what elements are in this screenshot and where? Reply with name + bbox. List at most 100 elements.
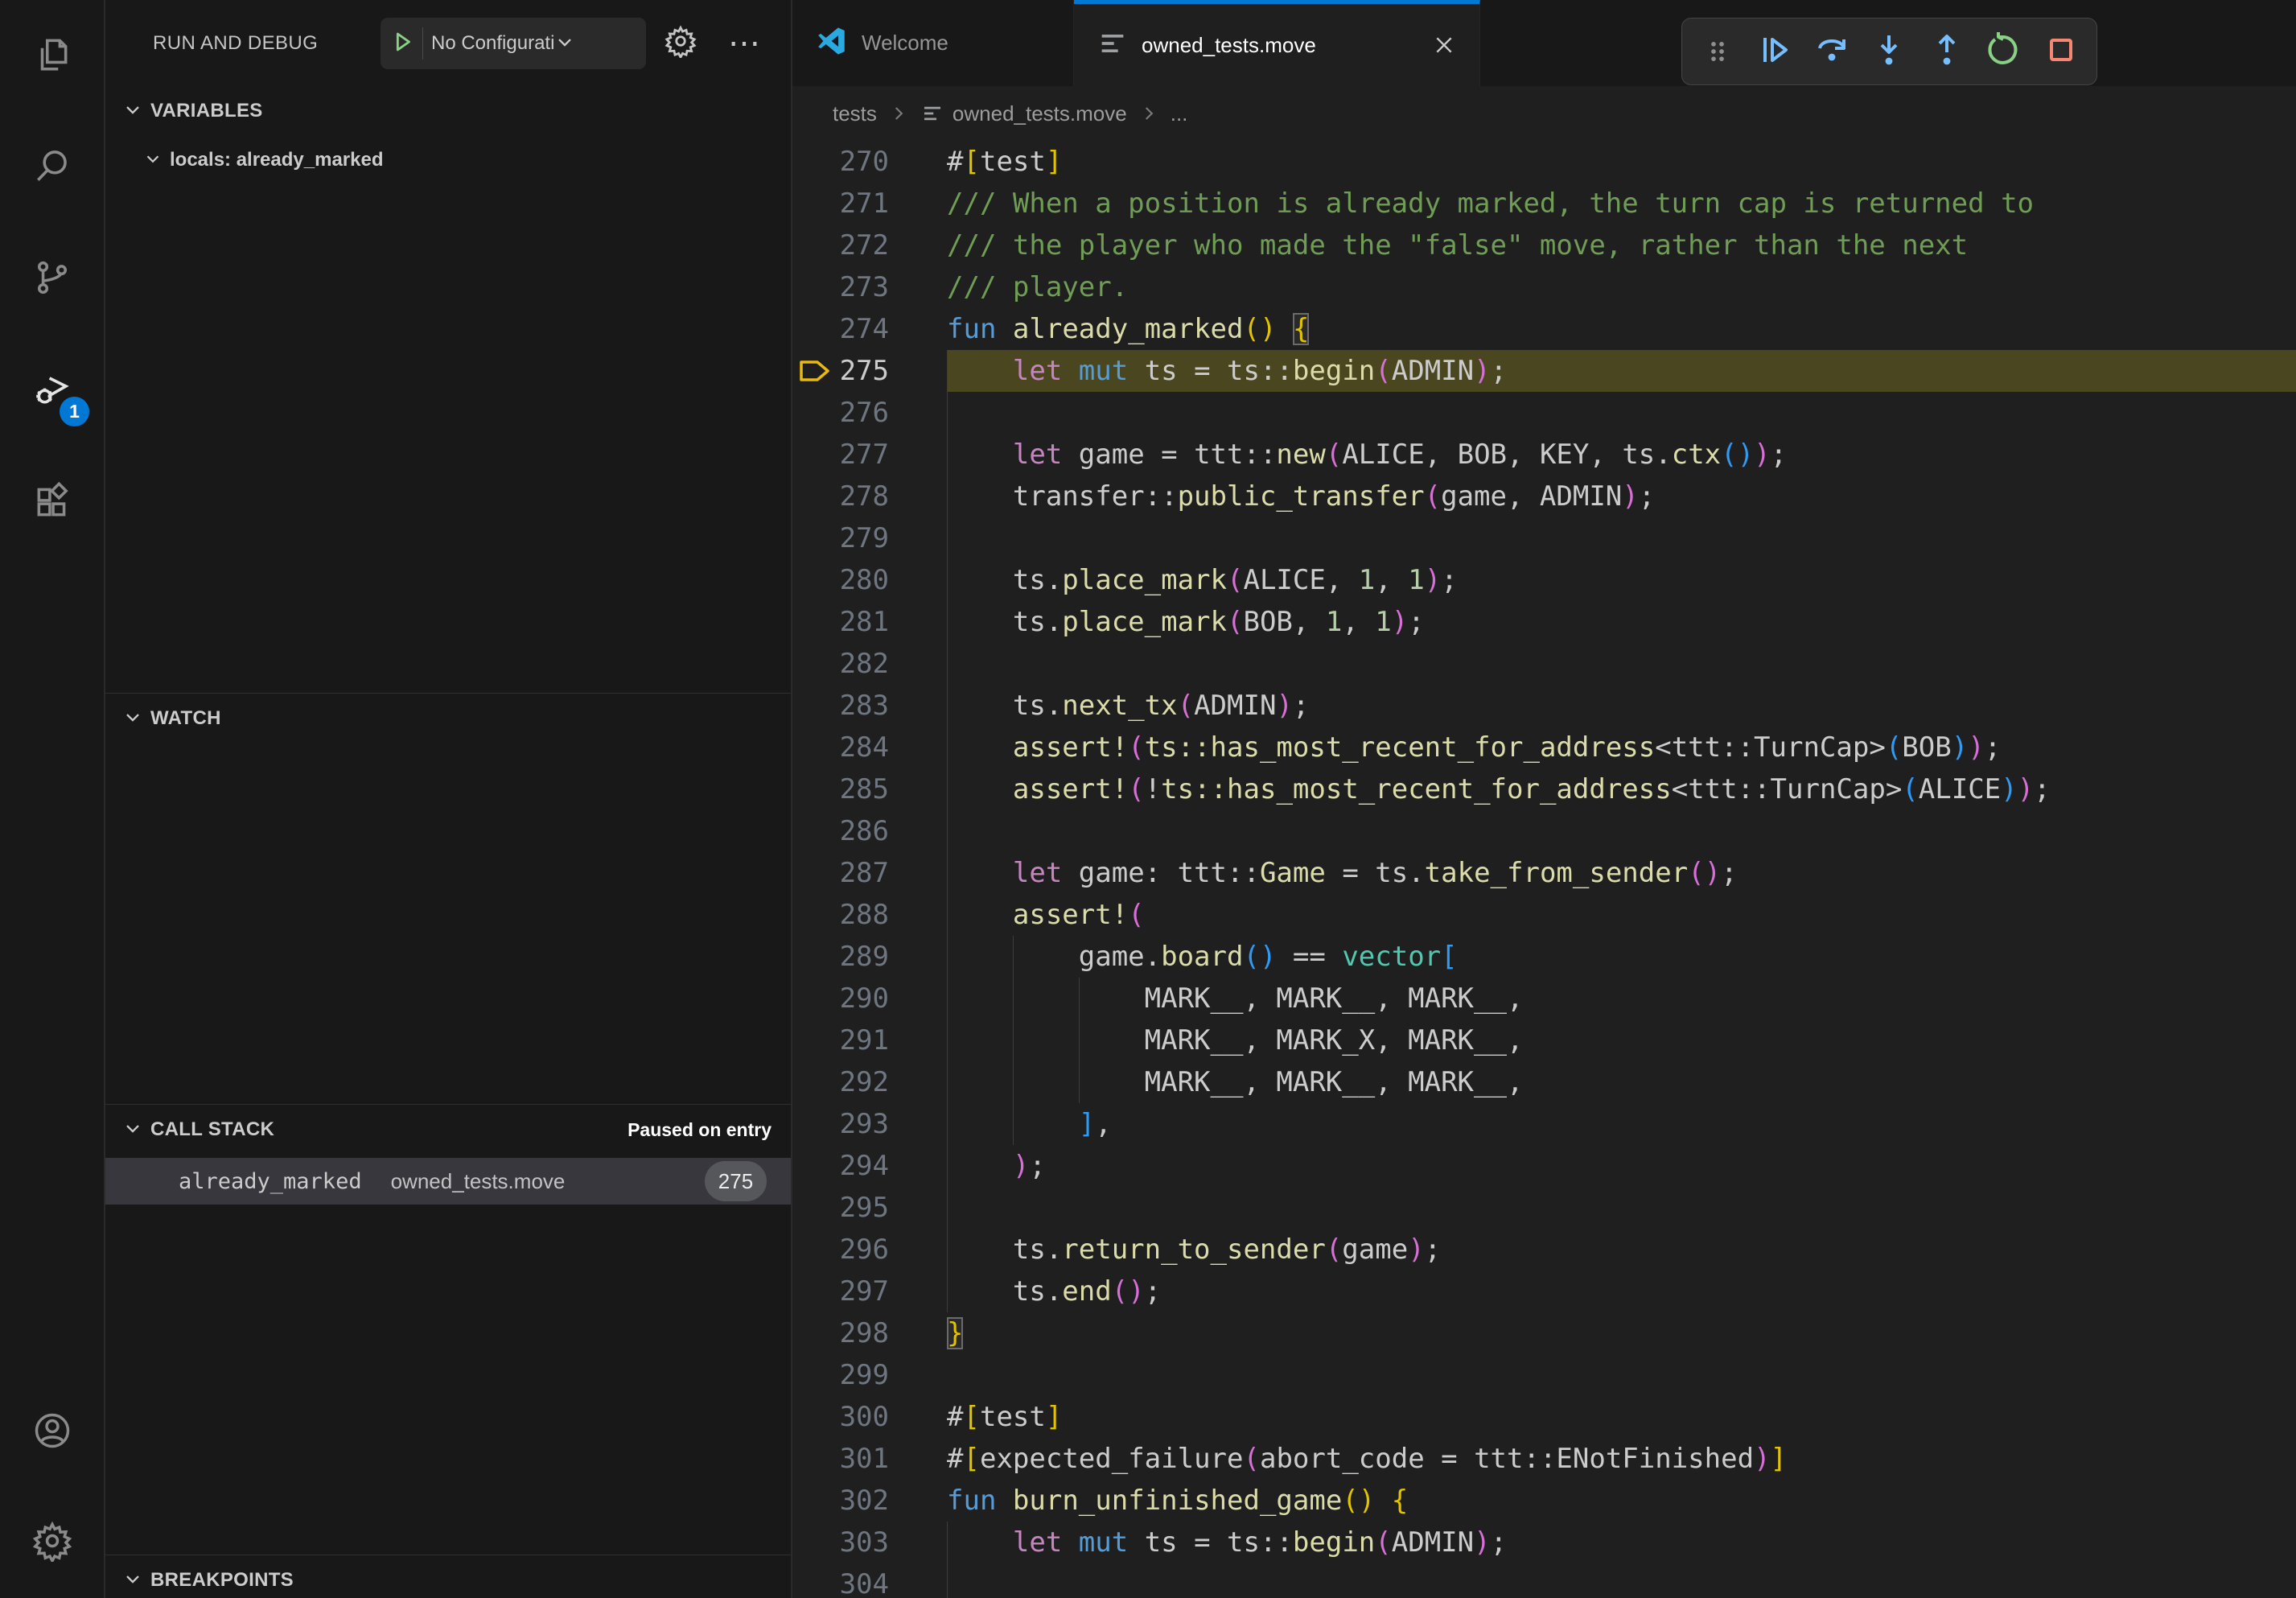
line-number[interactable]: 286	[792, 810, 947, 852]
code-line-content[interactable]: #[test]	[947, 1396, 2296, 1438]
close-icon[interactable]	[1431, 32, 1457, 58]
code-line-content[interactable]: ts.place_mark(BOB, 1, 1);	[947, 601, 2296, 643]
line-number[interactable]: 273	[792, 266, 947, 308]
code-line-content[interactable]: ts.next_tx(ADMIN);	[947, 685, 2296, 727]
account-button[interactable]	[0, 1378, 104, 1488]
line-number[interactable]: 276	[792, 392, 947, 434]
settings-button[interactable]	[0, 1488, 104, 1598]
restart-button[interactable]	[1983, 31, 2025, 72]
gutter[interactable]: 289	[792, 936, 947, 978]
gutter[interactable]: 279	[792, 517, 947, 559]
breadcrumb-item-symbol[interactable]: ...	[1171, 101, 1188, 126]
continue-button[interactable]	[1754, 31, 1796, 72]
code-line-content[interactable]	[947, 1563, 2296, 1598]
code-line-content[interactable]: MARK__, MARK__, MARK__,	[947, 978, 2296, 1019]
breakpoints-section-header[interactable]: BREAKPOINTS	[105, 1555, 791, 1598]
code-area[interactable]: 270 #[test] 271/// When a position is alre…	[792, 141, 2296, 1598]
line-number[interactable]: 300	[792, 1396, 947, 1438]
gutter[interactable]: 276	[792, 392, 947, 434]
code-line-content[interactable]: /// player.	[947, 266, 2296, 308]
line-number[interactable]: 297	[792, 1271, 947, 1312]
line-number[interactable]: 271	[792, 183, 947, 224]
line-number[interactable]: 303	[792, 1522, 947, 1563]
code-line-content[interactable]: ts.place_mark(ALICE, 1, 1);	[947, 559, 2296, 601]
code-line-content[interactable]: transfer::public_transfer(game, ADMIN);	[947, 476, 2296, 517]
line-number[interactable]: 294	[792, 1145, 947, 1187]
gutter[interactable]: 288	[792, 894, 947, 936]
line-number[interactable]: 288	[792, 894, 947, 936]
line-number[interactable]: 298	[792, 1312, 947, 1354]
code-line-content[interactable]: assert!(!ts::has_most_recent_for_address…	[947, 768, 2296, 810]
gutter[interactable]: 296	[792, 1229, 947, 1271]
gutter[interactable]: 293	[792, 1103, 947, 1145]
code-line-content[interactable]: /// When a position is already marked, t…	[947, 183, 2296, 224]
code-line-content[interactable]: ts.return_to_sender(game);	[947, 1229, 2296, 1271]
gutter[interactable]: 302	[792, 1480, 947, 1522]
line-number[interactable]: 279	[792, 517, 947, 559]
stop-button[interactable]	[2040, 31, 2082, 72]
debug-configuration-dropdown[interactable]: No Configurations	[381, 18, 646, 69]
line-number[interactable]: 284	[792, 727, 947, 768]
breadcrumb-item-file[interactable]: owned_tests.move	[953, 101, 1127, 126]
code-line-content[interactable]: fun burn_unfinished_game() {	[947, 1480, 2296, 1522]
code-line-content[interactable]	[947, 1187, 2296, 1229]
gutter[interactable]: 294	[792, 1145, 947, 1187]
sidebar-item-explorer[interactable]	[0, 0, 104, 112]
code-line-content[interactable]	[947, 643, 2296, 685]
gutter[interactable]: 274	[792, 308, 947, 350]
gutter[interactable]: 284	[792, 727, 947, 768]
sidebar-item-run-and-debug[interactable]: 1	[0, 336, 104, 447]
code-line-content[interactable]: MARK__, MARK_X, MARK__,	[947, 1019, 2296, 1061]
variables-section-header[interactable]: VARIABLES	[105, 86, 791, 131]
gutter[interactable]: 270	[792, 141, 947, 183]
gutter[interactable]: 271	[792, 183, 947, 224]
start-debugging-icon[interactable]	[389, 28, 416, 60]
code-line-content[interactable]: fun already_marked() {	[947, 308, 2296, 350]
gutter[interactable]: 298	[792, 1312, 947, 1354]
gutter[interactable]: 301	[792, 1438, 947, 1480]
gutter[interactable]: 272	[792, 224, 947, 266]
call-stack-frame[interactable]: already_marked owned_tests.move 275	[105, 1158, 791, 1205]
call-stack-section-header[interactable]: CALL STACK Paused on entry	[105, 1105, 791, 1150]
sidebar-item-extensions[interactable]	[0, 447, 104, 559]
line-number[interactable]: 280	[792, 559, 947, 601]
gutter[interactable]: 275	[792, 350, 947, 392]
gutter[interactable]: 277	[792, 434, 947, 476]
gutter[interactable]: 295	[792, 1187, 947, 1229]
gutter[interactable]: 299	[792, 1354, 947, 1396]
line-number[interactable]: 274	[792, 308, 947, 350]
line-number[interactable]: 301	[792, 1438, 947, 1480]
code-line-content[interactable]: ts.end();	[947, 1271, 2296, 1312]
code-line-content[interactable]: );	[947, 1145, 2296, 1187]
gutter[interactable]: 287	[792, 852, 947, 894]
line-number[interactable]: 277	[792, 434, 947, 476]
open-launch-json-button[interactable]	[664, 0, 697, 86]
breadcrumb-item-tests[interactable]: tests	[833, 101, 877, 126]
gutter[interactable]: 304	[792, 1563, 947, 1598]
code-line-content[interactable]: let game = ttt::new(ALICE, BOB, KEY, ts.…	[947, 434, 2296, 476]
gutter[interactable]: 282	[792, 643, 947, 685]
code-line-content[interactable]: /// the player who made the "false" move…	[947, 224, 2296, 266]
gutter[interactable]: 283	[792, 685, 947, 727]
gutter[interactable]: 280	[792, 559, 947, 601]
watch-section-header[interactable]: WATCH	[105, 694, 791, 739]
line-number[interactable]: 270	[792, 141, 947, 183]
code-line-content[interactable]: #[expected_failure(abort_code = ttt::ENo…	[947, 1438, 2296, 1480]
line-number[interactable]: 285	[792, 768, 947, 810]
code-line-content[interactable]	[947, 517, 2296, 559]
gutter[interactable]: 291	[792, 1019, 947, 1061]
gutter[interactable]: 292	[792, 1061, 947, 1103]
step-out-button[interactable]	[1926, 31, 1968, 72]
code-line-content[interactable]: ],	[947, 1103, 2296, 1145]
code-line-content[interactable]	[947, 392, 2296, 434]
gutter[interactable]: 285	[792, 768, 947, 810]
line-number[interactable]: 291	[792, 1019, 947, 1061]
code-line-content[interactable]: assert!(	[947, 894, 2296, 936]
code-line-content[interactable]	[947, 1354, 2296, 1396]
line-number[interactable]: 278	[792, 476, 947, 517]
line-number[interactable]: 293	[792, 1103, 947, 1145]
sidebar-item-source-control[interactable]	[0, 224, 104, 336]
line-number[interactable]: 272	[792, 224, 947, 266]
step-over-button[interactable]	[1811, 31, 1853, 72]
line-number[interactable]: 296	[792, 1229, 947, 1271]
